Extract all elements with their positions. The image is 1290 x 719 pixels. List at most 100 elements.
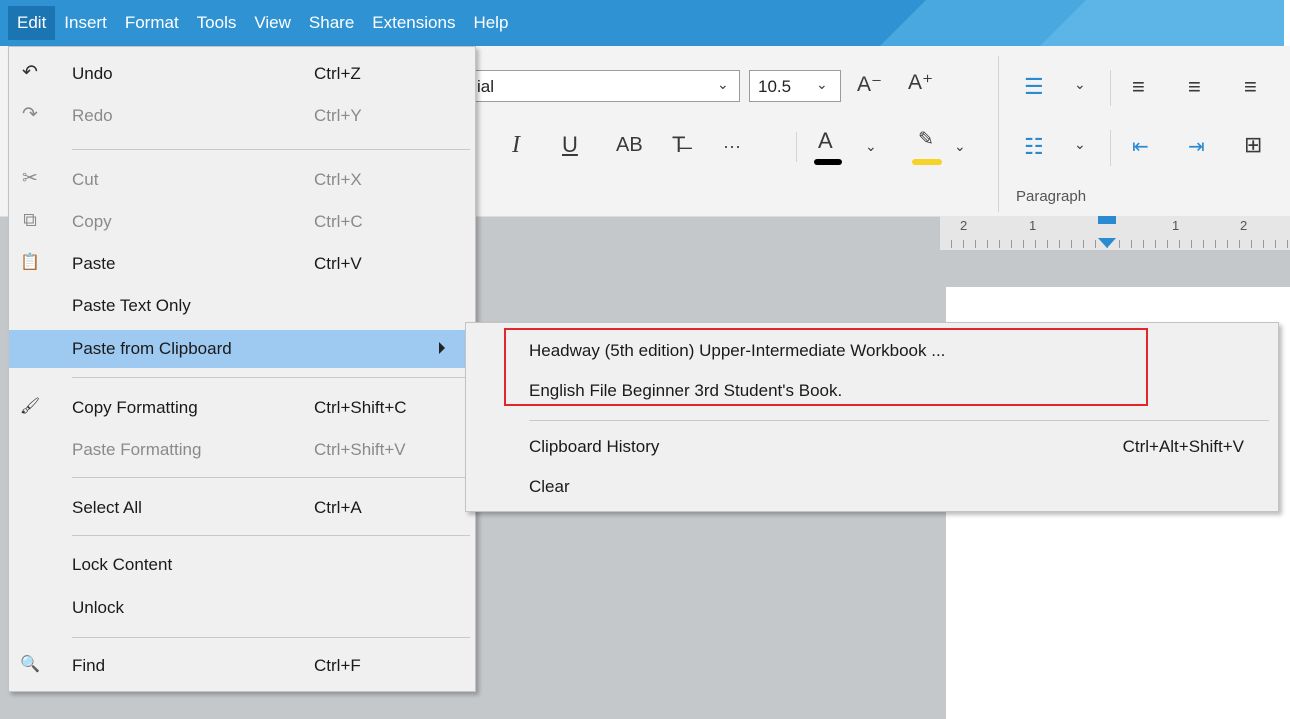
increase-font-size-icon[interactable]: A⁺ (908, 70, 933, 95)
menu-divider (72, 637, 470, 638)
find-icon: 🔍 (20, 656, 40, 673)
ruler-number: 1 (1029, 218, 1037, 233)
ruler-number: 1 (1172, 218, 1180, 233)
font-name-value: ial (477, 77, 495, 96)
menu-item-cut[interactable]: ✂ Cut Ctrl+X (9, 161, 475, 199)
menu-help[interactable]: Help (464, 6, 517, 40)
decrease-indent-icon[interactable]: ⇤ (1132, 134, 1149, 159)
menu-item-shortcut: Ctrl+C (314, 212, 363, 231)
menu-item-lock-content[interactable]: Lock Content (9, 546, 475, 584)
font-size-value: 10.5 (758, 77, 792, 96)
align-center-icon[interactable]: ≡ (1188, 74, 1201, 100)
menu-item-paste-from-clipboard[interactable]: Paste from Clipboard (9, 330, 475, 368)
menu-item-label: Clipboard History (529, 437, 660, 456)
menu-item-shortcut: Ctrl+V (314, 254, 362, 273)
menu-item-copy-formatting[interactable]: 🖌 Copy Formatting Ctrl+Shift+C (9, 389, 475, 427)
ruler-number: 2 (960, 218, 968, 233)
menu-share[interactable]: Share (300, 6, 363, 40)
menu-view[interactable]: View (245, 6, 300, 40)
copy-formatting-icon: 🖌 (19, 398, 41, 415)
cut-icon: ✂ (22, 168, 38, 189)
submenu-arrow-icon (439, 342, 445, 354)
paragraph-group-label: Paragraph (1016, 188, 1087, 205)
bulleted-list-icon[interactable]: ☰ (1024, 74, 1044, 100)
menu-divider (72, 377, 470, 378)
menu-item-redo[interactable]: ↷ Redo Ctrl+Y (9, 97, 475, 135)
chevron-down-icon[interactable]: ⌄ (717, 76, 729, 93)
highlight-color-bar (912, 159, 942, 165)
strikethrough-icon[interactable]: T̶ (672, 132, 685, 158)
line-spacing-icon[interactable]: ⊞ (1244, 132, 1262, 158)
italic-icon[interactable]: I (512, 132, 520, 159)
menu-item-paste[interactable]: 📋 Paste Ctrl+V (9, 245, 475, 283)
ribbon-separator (796, 132, 797, 162)
clipboard-clear-item[interactable]: Clear (466, 467, 1278, 507)
menu-item-label: Copy (72, 212, 112, 231)
menu-divider (72, 477, 470, 478)
menu-item-paste-formatting[interactable]: Paste Formatting Ctrl+Shift+V (9, 431, 475, 469)
menu-item-shortcut: Ctrl+Shift+V (314, 440, 406, 459)
indent-marker-triangle[interactable] (1098, 238, 1116, 248)
decrease-font-size-icon[interactable]: A⁻ (857, 72, 882, 97)
ribbon-separator (1110, 70, 1111, 106)
undo-icon: ↶ (22, 62, 38, 83)
menu-item-label: Copy Formatting (72, 398, 198, 417)
chevron-down-icon[interactable]: ⌄ (816, 76, 828, 93)
menu-item-undo[interactable]: ↶ Undo Ctrl+Z (9, 55, 475, 93)
menu-tools[interactable]: Tools (188, 6, 246, 40)
menu-insert[interactable]: Insert (55, 6, 116, 40)
menubar-decoration (880, 0, 926, 46)
menu-item-label: Find (72, 656, 106, 675)
menu-item-find[interactable]: 🔍 Find Ctrl+F (9, 647, 475, 685)
menu-item-shortcut: Ctrl+Shift+C (314, 398, 407, 417)
increase-indent-icon[interactable]: ⇥ (1188, 134, 1205, 159)
all-caps-icon[interactable]: AB (616, 134, 643, 157)
chevron-down-icon[interactable]: ⌄ (1074, 136, 1086, 153)
window-edge (1284, 0, 1290, 46)
menu-edit[interactable]: Edit (8, 6, 56, 40)
chevron-down-icon[interactable]: ⌄ (1074, 76, 1086, 93)
underline-icon[interactable]: U (562, 132, 578, 158)
menu-item-label: Paste Formatting (72, 440, 202, 459)
menu-bar: Edit Insert Format Tools View Share Exte… (0, 0, 1290, 46)
ribbon-separator (1110, 130, 1111, 166)
font-color-icon[interactable]: A (818, 128, 833, 154)
menu-item-label: Paste from Clipboard (72, 339, 232, 358)
ruler-number: 2 (1240, 218, 1248, 233)
chevron-down-icon[interactable]: ⌄ (865, 138, 877, 155)
menu-divider (529, 420, 1269, 421)
menu-item-label: Lock Content (72, 555, 173, 574)
menu-item-select-all[interactable]: Select All Ctrl+A (9, 489, 475, 527)
align-right-icon[interactable]: ≡ (1244, 74, 1257, 100)
menu-item-label: Undo (72, 64, 113, 83)
menu-item-shortcut: Ctrl+X (314, 170, 362, 189)
menu-item-label: Clear (529, 477, 570, 496)
more-options-icon[interactable]: ··· (723, 136, 741, 157)
menu-item-shortcut: Ctrl+A (314, 498, 362, 517)
align-left-icon[interactable]: ≡ (1132, 74, 1145, 100)
menu-item-label: Cut (72, 170, 99, 189)
indent-marker[interactable] (1098, 216, 1116, 224)
menu-format[interactable]: Format (116, 6, 188, 40)
menu-item-label: Unlock (72, 598, 124, 617)
horizontal-ruler[interactable]: 2 1 1 2 (940, 216, 1290, 250)
font-name-combo[interactable]: ial ⌄ (470, 70, 740, 102)
menu-item-unlock[interactable]: Unlock (9, 589, 475, 627)
menu-item-shortcut: Ctrl+Y (314, 106, 362, 125)
highlight-pen-icon[interactable]: ✎ (918, 128, 934, 151)
font-size-combo[interactable]: 10.5 ⌄ (749, 70, 841, 102)
menu-item-paste-text-only[interactable]: Paste Text Only (9, 287, 475, 325)
annotation-highlight-box (504, 328, 1148, 406)
copy-icon: ⧉ (23, 210, 37, 231)
menu-extensions[interactable]: Extensions (363, 6, 464, 40)
menubar-decoration (1040, 0, 1086, 46)
menu-item-copy[interactable]: ⧉ Copy Ctrl+C (9, 203, 475, 241)
numbered-list-icon[interactable]: ☷ (1024, 134, 1044, 160)
clipboard-history-item[interactable]: Clipboard History Ctrl+Alt+Shift+V (466, 427, 1278, 467)
menubar-decoration (1086, 0, 1290, 46)
chevron-down-icon[interactable]: ⌄ (954, 138, 966, 155)
menu-item-shortcut: Ctrl+Z (314, 64, 361, 83)
menu-item-shortcut: Ctrl+Alt+Shift+V (1122, 437, 1244, 456)
paste-icon: 📋 (20, 254, 40, 271)
menu-item-shortcut: Ctrl+F (314, 656, 361, 675)
